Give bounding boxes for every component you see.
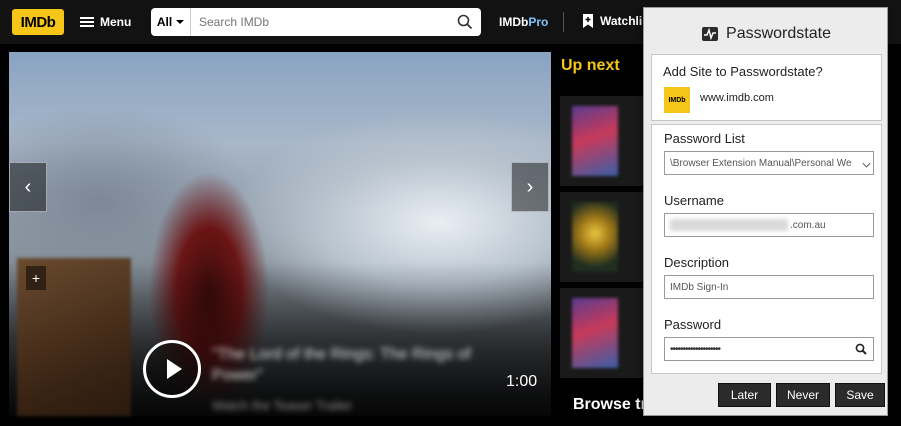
- imdb-logo[interactable]: IMDb: [12, 9, 64, 35]
- search-input[interactable]: [191, 8, 449, 36]
- later-button[interactable]: Later: [718, 383, 771, 407]
- carousel-next-button[interactable]: ›: [511, 162, 549, 212]
- never-button[interactable]: Never: [776, 383, 830, 407]
- chevron-left-icon: ‹: [24, 175, 32, 198]
- chevron-down-icon: [862, 159, 871, 168]
- up-next-item[interactable]: [560, 96, 645, 186]
- top-bar-divider: [563, 12, 564, 32]
- up-next-item[interactable]: [560, 192, 645, 282]
- watchlist-button[interactable]: Watchlis: [582, 14, 649, 28]
- credential-form: Password List \Browser Extension Manual\…: [651, 124, 882, 374]
- description-label: Description: [664, 255, 730, 270]
- password-list-value: \Browser Extension Manual\Personal We: [670, 157, 852, 169]
- play-icon: [166, 359, 182, 379]
- add-to-watchlist-icon[interactable]: +: [26, 266, 46, 290]
- passwordstate-popup: Passwordstate Add Site to Passwordstate?…: [643, 7, 888, 416]
- bookmark-plus-icon: [583, 14, 593, 28]
- username-label: Username: [664, 193, 724, 208]
- password-list-label: Password List: [664, 131, 745, 146]
- redacted-username: [670, 219, 788, 231]
- chevron-right-icon: ›: [526, 175, 534, 198]
- up-next-item[interactable]: [560, 288, 645, 378]
- search-category-dropdown[interactable]: All: [151, 8, 191, 36]
- up-next-thumbnail: [572, 298, 618, 368]
- passwordstate-logo-icon: [702, 27, 719, 41]
- imdbpro-link[interactable]: IMDbPro: [499, 15, 548, 29]
- caret-down-icon: [176, 20, 185, 24]
- add-site-prompt: Add Site to Passwordstate?: [663, 64, 823, 79]
- screen: IMDb Menu All IMDbPro Watchlis + ‹ › "Th…: [0, 0, 901, 426]
- trailer-duration: 1:00: [506, 373, 538, 390]
- up-next-thumbnail: [572, 106, 618, 176]
- username-suffix: .com.au: [790, 219, 826, 231]
- imdbpro-label-b: Pro: [528, 15, 549, 29]
- site-url: www.imdb.com: [700, 92, 774, 104]
- password-mask: ••••••••••••••••••••: [670, 343, 721, 355]
- trailer-title[interactable]: "The Lord of the Rings: The Rings of Pow…: [212, 344, 482, 386]
- up-next-thumbnail: [572, 202, 618, 272]
- browse-trailers-link[interactable]: Browse tr: [573, 396, 647, 414]
- popup-actions: Later Never Save: [718, 383, 885, 407]
- carousel-prev-button[interactable]: ‹: [9, 162, 47, 212]
- search-icon[interactable]: [449, 8, 481, 36]
- password-field[interactable]: ••••••••••••••••••••: [664, 337, 874, 361]
- add-site-section: Add Site to Passwordstate? IMDb www.imdb…: [651, 54, 882, 121]
- save-button[interactable]: Save: [835, 383, 885, 407]
- menu-button[interactable]: Menu: [80, 12, 131, 32]
- play-button[interactable]: [143, 340, 201, 398]
- passwordstate-title: Passwordstate: [726, 25, 831, 42]
- site-favicon: IMDb: [664, 87, 690, 113]
- password-label: Password: [664, 317, 722, 332]
- description-field[interactable]: IMDb Sign-In: [664, 275, 874, 299]
- watchlist-label: Watchlis: [600, 14, 649, 28]
- password-list-select[interactable]: \Browser Extension Manual\Personal We: [664, 151, 874, 175]
- description-value: IMDb Sign-In: [670, 281, 729, 293]
- trailer-subtitle: Watch the Teaser Trailer: [212, 398, 353, 413]
- search-bar: All: [151, 8, 481, 36]
- hamburger-icon: [80, 17, 94, 27]
- up-next-title: Up next: [561, 57, 620, 74]
- menu-label: Menu: [100, 15, 132, 29]
- passwordstate-header: Passwordstate: [644, 22, 889, 46]
- search-icon[interactable]: [855, 343, 867, 355]
- username-field[interactable]: .com.au: [664, 213, 874, 237]
- imdbpro-label-a: IMDb: [499, 15, 529, 29]
- search-category-label: All: [156, 15, 173, 29]
